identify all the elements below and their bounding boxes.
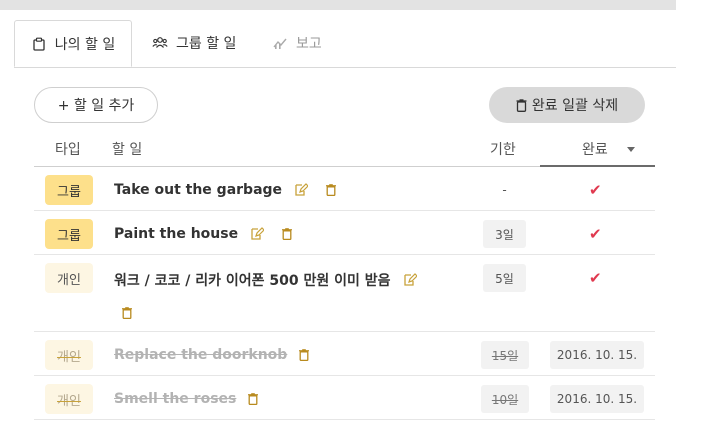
task-text: Replace the doorknob: [114, 347, 288, 363]
task-item: Take out the garbage: [114, 182, 337, 198]
task-text: Take out the garbage: [114, 182, 283, 198]
row-divider: [34, 419, 655, 420]
task-text: 워크 / 코코 / 리카 이어폰 500 만원 이미 받음: [114, 273, 391, 289]
completed-date: 2016. 10. 15.: [550, 341, 644, 369]
trash-icon[interactable]: [326, 184, 337, 196]
task-item: 워크 / 코코 / 리카 이어폰 500 만원 이미 받음: [114, 270, 417, 290]
completed-check-icon[interactable]: ✔: [589, 225, 602, 243]
row-divider: [34, 375, 655, 376]
trash-icon[interactable]: [122, 304, 132, 323]
due-value: -: [502, 183, 507, 197]
tab-group-tasks[interactable]: 그룹 할 일: [152, 20, 236, 66]
tab-label: 나의 할 일: [54, 36, 116, 53]
completed-check-icon[interactable]: ✔: [589, 181, 602, 199]
row-divider: [34, 331, 655, 332]
task-text: Smell the roses: [114, 391, 237, 407]
type-badge-group: 그룹: [45, 175, 93, 205]
due-badge: 3일: [483, 220, 526, 248]
tab-report[interactable]: 보고: [272, 20, 322, 66]
type-badge-personal: 개인: [45, 384, 93, 414]
trash-icon[interactable]: [248, 393, 259, 405]
task-text: Paint the house: [114, 226, 239, 242]
tab-my-tasks[interactable]: 나의 할 일: [14, 20, 132, 67]
due-badge: 5일: [483, 264, 526, 292]
due-badge: 10일: [481, 385, 529, 413]
edit-icon[interactable]: [403, 273, 417, 287]
task-item: Smell the roses: [114, 391, 259, 407]
tab-label: 보고: [296, 36, 322, 52]
trash-icon[interactable]: [282, 228, 293, 240]
task-item: Paint the house: [114, 226, 293, 242]
top-banner-strip: [0, 0, 676, 10]
trash-icon: [516, 98, 527, 112]
bulk-delete-label: 완료 일괄 삭제: [531, 98, 619, 114]
sort-desc-icon[interactable]: [627, 147, 635, 152]
bulk-delete-completed-button[interactable]: 완료 일괄 삭제: [489, 87, 645, 123]
edit-icon[interactable]: [250, 227, 265, 241]
users-icon: [152, 35, 168, 51]
add-task-button[interactable]: + 할 일 추가: [34, 87, 158, 123]
tab-label: 그룹 할 일: [176, 36, 237, 52]
column-header-done[interactable]: 완료: [582, 139, 608, 159]
tab-bar: 나의 할 일 그룹 할 일 보고: [14, 20, 676, 68]
sorted-column-indicator: [540, 165, 655, 167]
trash-icon[interactable]: [299, 349, 310, 361]
completed-check-icon[interactable]: ✔: [589, 269, 602, 287]
chart-icon: [272, 35, 288, 51]
type-badge-personal: 개인: [45, 340, 93, 370]
row-divider: [34, 210, 655, 211]
column-header-due[interactable]: 기한: [490, 139, 516, 159]
edit-icon[interactable]: [294, 183, 309, 197]
task-item: Replace the doorknob: [114, 347, 310, 363]
completed-date: 2016. 10. 15.: [550, 385, 644, 413]
column-header-task[interactable]: 할 일: [112, 139, 142, 159]
row-divider: [34, 254, 655, 255]
type-badge-group: 그룹: [45, 219, 93, 249]
due-badge: 15일: [481, 341, 529, 369]
clipboard-icon: [31, 36, 47, 52]
type-badge-personal: 개인: [45, 263, 93, 293]
column-header-type[interactable]: 타입: [55, 139, 81, 159]
